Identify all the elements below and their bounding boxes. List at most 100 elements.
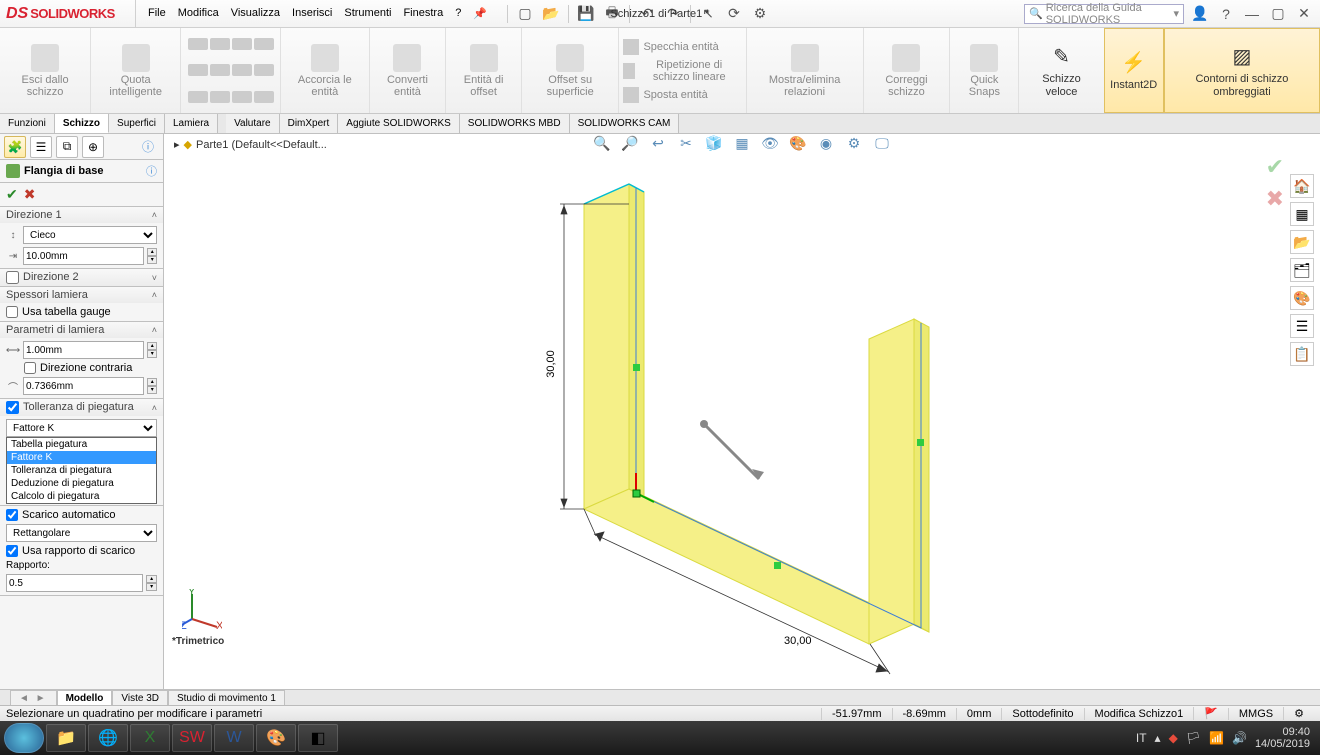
opt-tolleranza-piegatura[interactable]: Tolleranza di piegatura [7, 464, 156, 477]
taskbar-excel-icon[interactable]: X [130, 724, 170, 752]
taskbar-explorer-icon[interactable]: 📁 [46, 724, 86, 752]
help-tab-icon[interactable]: ⓘ [137, 136, 159, 158]
property-manager-tab-icon[interactable]: ☰ [30, 136, 52, 158]
maximize-icon[interactable]: ▢ [1268, 4, 1288, 24]
close-icon[interactable]: ✕ [1294, 4, 1314, 24]
thickness-spinner[interactable]: ▴▾ [147, 342, 157, 358]
dir1-depth-spinner[interactable]: ▴▾ [147, 248, 157, 264]
minimize-icon[interactable]: — [1242, 4, 1262, 24]
menu-pin-icon[interactable]: 📌 [473, 7, 487, 20]
reject-icon[interactable]: ✖ [24, 186, 36, 203]
help-icon[interactable]: ? [1216, 4, 1236, 24]
ribbon-quick-snaps[interactable]: Quick Snaps [950, 28, 1019, 113]
graphics-area[interactable]: ▸◆Parte1 (Default<<Default... 🔍 🔎 ↩ ✂ 🧊 … [164, 134, 1320, 689]
depth-icon: ⇥ [6, 249, 20, 263]
tab-funzioni[interactable]: Funzioni [0, 114, 55, 133]
start-button[interactable] [4, 723, 44, 753]
ribbon-convert[interactable]: Converti entità [370, 28, 447, 113]
tab-studio-movimento[interactable]: Studio di movimento 1 [168, 690, 285, 705]
dir1-depth-input[interactable] [23, 247, 144, 265]
ribbon-offset-surface[interactable]: Offset su superficie [522, 28, 620, 113]
menu-insert[interactable]: Inserisci [292, 7, 332, 20]
menu-window[interactable]: Finestra [403, 7, 443, 20]
opt-tabella-piegatura[interactable]: Tabella piegatura [7, 438, 156, 451]
tab-schizzo[interactable]: Schizzo [55, 114, 109, 133]
menu-tools[interactable]: Strumenti [344, 7, 391, 20]
tab-mbd[interactable]: SOLIDWORKS MBD [460, 114, 570, 133]
section-dir1-header[interactable]: Direzione 1˄ [0, 207, 163, 223]
bend-radius-spinner[interactable]: ▴▾ [147, 378, 157, 394]
ribbon-exit-sketch[interactable]: Esci dallo schizzo [0, 28, 91, 113]
save-icon[interactable]: 💾 [577, 5, 595, 23]
thickness-input[interactable] [23, 341, 144, 359]
tray-date[interactable]: 14/05/2019 [1255, 738, 1310, 750]
ribbon-relations[interactable]: Mostra/elimina relazioni [747, 28, 864, 113]
relief-ratio-spinner[interactable]: ▴▾ [146, 575, 157, 591]
taskbar-app-icon[interactable]: ◧ [298, 724, 338, 752]
accept-icon[interactable]: ✔ [6, 186, 18, 203]
tab-superfici[interactable]: Superfici [109, 114, 165, 133]
user-icon[interactable]: 👤 [1190, 4, 1210, 24]
taskbar-paint-icon[interactable]: 🎨 [256, 724, 296, 752]
tab-aggiute[interactable]: Aggiute SOLIDWORKS [338, 114, 459, 133]
options-icon[interactable]: ⚙ [751, 5, 769, 23]
ribbon-sketch-entities[interactable] [181, 28, 281, 113]
reverse-dir-icon[interactable]: ↕ [6, 228, 20, 242]
taskbar-solidworks-icon[interactable]: SW [172, 724, 212, 752]
section-params-header[interactable]: Parametri di lamiera˄ [0, 322, 163, 338]
tab-viste3d[interactable]: Viste 3D [112, 690, 168, 705]
ribbon-mirror-pattern[interactable]: Specchia entità Ripetizione di schizzo l… [619, 28, 746, 113]
ribbon-offset-entities[interactable]: Entità di offset [446, 28, 522, 113]
feature-help-icon[interactable]: ⓘ [146, 163, 157, 179]
menu-help[interactable]: ? [455, 7, 461, 20]
auto-relief-checkbox[interactable]: Scarico automatico [6, 509, 157, 521]
status-units[interactable]: MMGS [1228, 708, 1283, 720]
status-mode[interactable]: Modifica Schizzo1 [1084, 708, 1194, 720]
bend-allowance-select[interactable]: Fattore K Tabella piegatura Fattore K To… [6, 419, 157, 437]
ribbon-rapid-sketch[interactable]: ✎Schizzo veloce [1019, 28, 1103, 113]
status-flag-icon[interactable]: 🚩 [1193, 707, 1228, 720]
view-triad-icon: Y X Z [182, 589, 222, 629]
opt-fattore-k[interactable]: Fattore K [7, 451, 156, 464]
use-relief-ratio-checkbox[interactable]: Usa rapporto di scarico [6, 545, 157, 557]
tab-valutare[interactable]: Valutare [226, 114, 280, 133]
ribbon-trim[interactable]: Accorcia le entità [281, 28, 369, 113]
section-dir2-header[interactable]: Direzione 2˅ [0, 269, 163, 286]
ribbon-shaded-contours[interactable]: ▨Contorni di schizzo ombreggiati [1164, 28, 1320, 113]
ribbon-repair-sketch[interactable]: Correggi schizzo [864, 28, 951, 113]
opt-deduzione-piegatura[interactable]: Deduzione di piegatura [7, 477, 156, 490]
rebuild-icon[interactable]: ⟳ [725, 5, 743, 23]
menu-file[interactable]: File [148, 7, 166, 20]
config-manager-tab-icon[interactable]: ⧉ [56, 136, 78, 158]
feature-title-bar: Flangia di base ⓘ [0, 160, 163, 183]
dimxpert-manager-tab-icon[interactable]: ⊕ [82, 136, 104, 158]
status-cog-icon[interactable]: ⚙ [1283, 707, 1314, 720]
menu-view[interactable]: Visualizza [231, 7, 280, 20]
tab-lamiera[interactable]: Lamiera [165, 114, 218, 133]
relief-type-select[interactable]: Rettangolare [6, 524, 157, 542]
bend-allowance-dropdown-list[interactable]: Tabella piegatura Fattore K Tolleranza d… [6, 437, 157, 504]
taskbar-chrome-icon[interactable]: 🌐 [88, 724, 128, 752]
reverse-dir-checkbox[interactable]: Direzione contraria [6, 362, 157, 374]
dim-width[interactable]: 30,00 [784, 635, 812, 647]
tab-dimxpert[interactable]: DimXpert [280, 114, 339, 133]
section-spessori-header[interactable]: Spessori lamiera˄ [0, 287, 163, 303]
new-icon[interactable]: ▢ [516, 5, 534, 23]
help-search-input[interactable]: 🔍Ricerca della Guida SOLIDWORKS▾ [1024, 4, 1184, 24]
tab-nav-arrows[interactable]: ◄ ► [10, 690, 57, 705]
ribbon-instant2d[interactable]: ⚡Instant2D [1104, 28, 1164, 113]
section-bend-allowance-header[interactable]: Tolleranza di piegatura˄ [0, 399, 163, 416]
feature-manager-tab-icon[interactable]: 🧩 [4, 136, 26, 158]
use-gauge-table-checkbox[interactable]: Usa tabella gauge [6, 306, 157, 318]
relief-ratio-input[interactable] [6, 574, 143, 592]
opt-calcolo-piegatura[interactable]: Calcolo di piegatura [7, 490, 156, 503]
menu-edit[interactable]: Modifica [178, 7, 219, 20]
dir1-type-select[interactable]: Cieco [23, 226, 157, 244]
dim-height[interactable]: 30,00 [545, 350, 557, 378]
tab-modello[interactable]: Modello [57, 690, 113, 705]
ribbon-smart-dim[interactable]: Quota intelligente [91, 28, 181, 113]
open-icon[interactable]: 📂 [542, 5, 560, 23]
tray-time[interactable]: 09:40 [1255, 726, 1310, 738]
bend-radius-input[interactable] [23, 377, 144, 395]
taskbar-word-icon[interactable]: W [214, 724, 254, 752]
